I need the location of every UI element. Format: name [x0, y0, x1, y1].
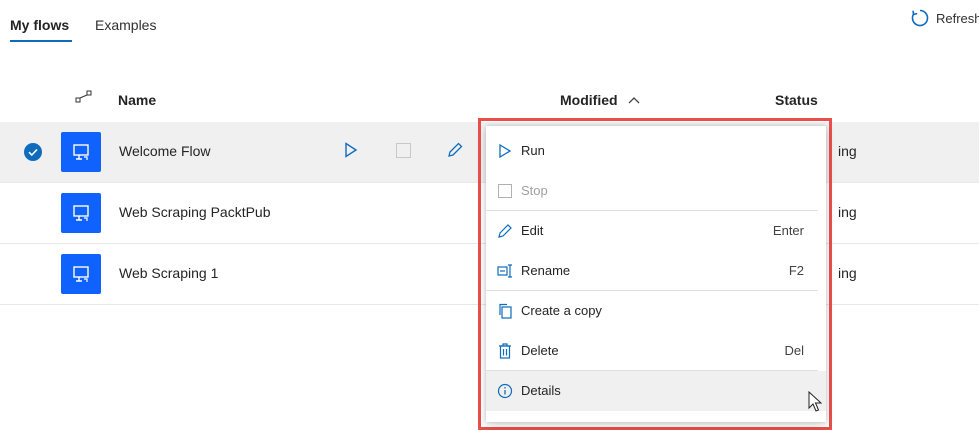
flow-name[interactable]: Web Scraping PacktPub: [119, 204, 271, 220]
menu-item-shortcut: Del: [784, 343, 804, 358]
menu-item-create-copy[interactable]: Create a copy: [486, 291, 826, 331]
flow-name[interactable]: Welcome Flow: [119, 143, 211, 159]
refresh-button[interactable]: Refresh: [910, 8, 979, 28]
menu-item-label: Rename: [521, 263, 571, 278]
flow-status: ing: [838, 143, 857, 159]
menu-item-label: Stop: [521, 183, 548, 198]
tab-examples[interactable]: Examples: [95, 17, 156, 33]
row-checkbox[interactable]: [24, 143, 42, 161]
info-icon: [497, 383, 513, 399]
flow-status: ing: [838, 265, 857, 281]
trash-icon: [497, 343, 513, 359]
menu-item-label: Details: [521, 383, 561, 398]
menu-item-shortcut: Enter: [772, 223, 804, 238]
column-header-name[interactable]: Name: [118, 92, 156, 108]
pencil-icon: [497, 223, 513, 239]
menu-item-delete[interactable]: Delete Del: [486, 331, 826, 371]
menu-item-label: Run: [521, 143, 545, 158]
desktop-flow-icon: [61, 193, 101, 233]
run-icon[interactable]: [344, 142, 358, 161]
stop-icon: [497, 183, 513, 199]
menu-item-label: Edit: [521, 223, 544, 238]
checkmark-icon: [28, 148, 38, 157]
menu-item-stop[interactable]: Stop: [486, 171, 826, 211]
chevron-up-icon: [628, 97, 640, 104]
refresh-icon: [911, 9, 929, 27]
pencil-icon[interactable]: [446, 141, 464, 162]
menu-item-rename[interactable]: Rename F2: [486, 251, 826, 291]
flow-name[interactable]: Web Scraping 1: [119, 265, 218, 281]
context-menu: Run Stop Edit Enter Rename F2 Create a c…: [486, 126, 826, 422]
active-tab-indicator: [10, 40, 72, 42]
mouse-cursor-icon: [808, 390, 823, 416]
rename-icon: [497, 263, 513, 279]
menu-item-edit[interactable]: Edit Enter: [486, 211, 826, 251]
column-header-status[interactable]: Status: [775, 92, 818, 108]
copy-icon: [497, 303, 513, 319]
flow-status: ing: [838, 204, 857, 220]
stop-icon[interactable]: [396, 143, 411, 158]
flow-type-column-icon: [75, 90, 93, 107]
desktop-flow-icon: [61, 254, 101, 294]
tab-my-flows[interactable]: My flows: [10, 17, 69, 33]
menu-item-label: Delete: [521, 343, 559, 358]
menu-item-shortcut: F2: [788, 263, 804, 278]
desktop-flow-icon: [61, 132, 101, 172]
column-header-modified[interactable]: Modified: [560, 92, 640, 108]
refresh-label: Refresh: [936, 10, 979, 26]
column-header-modified-label: Modified: [560, 92, 618, 108]
menu-item-run[interactable]: Run: [486, 131, 826, 171]
play-icon: [497, 143, 513, 159]
menu-item-label: Create a copy: [521, 303, 602, 318]
menu-item-details[interactable]: Details: [486, 371, 826, 411]
